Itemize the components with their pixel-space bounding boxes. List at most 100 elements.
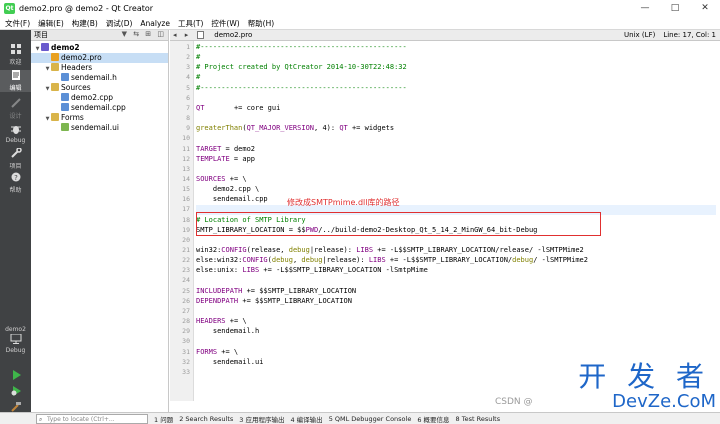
code-line: sendemail.h xyxy=(196,327,259,335)
tree-item[interactable]: sendemail.ui xyxy=(31,123,168,133)
minimize-button[interactable]: — xyxy=(630,0,660,17)
menu-build[interactable]: 构建(B) xyxy=(69,18,101,29)
kit-name: demo2 xyxy=(5,326,26,333)
maximize-button[interactable]: □ xyxy=(660,0,690,17)
output-tab-qml-console[interactable]: 5 QML Debugger Console xyxy=(329,415,412,423)
tree-item[interactable]: ▼ Forms xyxy=(31,113,168,123)
code-token: LIBS xyxy=(368,256,386,265)
code-line: #---------------------------------------… xyxy=(196,84,407,92)
line-number: 24 xyxy=(182,276,190,285)
mode-debug[interactable]: Debug xyxy=(0,124,31,146)
output-tab-general[interactable]: 6 概要信息 xyxy=(417,414,449,424)
menu-tools[interactable]: 工具(T) xyxy=(175,18,206,29)
close-button[interactable]: ✕ xyxy=(690,0,720,17)
edit-icon xyxy=(11,70,20,80)
code-token: debug xyxy=(288,246,310,254)
code-token: greaterThan xyxy=(196,124,243,133)
code-token: += \ xyxy=(225,317,247,326)
source-file-icon xyxy=(61,93,69,101)
mode-design[interactable]: 设计 xyxy=(0,98,31,120)
project-pane-title[interactable]: 项目 xyxy=(34,30,48,40)
line-number: 1 xyxy=(186,43,190,51)
run-button[interactable] xyxy=(0,370,31,382)
help-icon: ? xyxy=(11,172,20,182)
code-token: demo2.cpp \ xyxy=(196,185,260,194)
mode-help[interactable]: ? 帮助 xyxy=(0,172,31,194)
code-token: debug xyxy=(271,256,293,265)
kit-selector[interactable]: demo2 Debug xyxy=(0,326,31,360)
menu-debug[interactable]: 调试(D) xyxy=(103,18,136,29)
source-file-icon xyxy=(61,103,69,111)
line-number: 33 xyxy=(182,367,190,376)
code-line: HEADERS += \ xyxy=(196,317,247,325)
tree-item-label: demo2.pro xyxy=(61,53,102,62)
debug-run-button[interactable] xyxy=(0,386,31,398)
code-token: FORMS xyxy=(196,347,218,356)
mode-label: 帮助 xyxy=(9,187,22,194)
code-line: win32:CONFIG(release, debug|release): LI… xyxy=(196,246,584,254)
watermark-csdn: CSDN @ xyxy=(495,397,533,407)
code-token: HEADERS xyxy=(196,317,226,326)
cursor-position[interactable]: Line: 17, Col: 1 xyxy=(663,30,716,41)
tree-item[interactable]: ▼ demo2 xyxy=(31,43,168,53)
line-number: 19 xyxy=(182,225,190,234)
code-token: QT_MAJOR_VERSION xyxy=(246,124,315,133)
tree-item[interactable]: demo2.cpp xyxy=(31,93,168,103)
tree-item[interactable]: sendemail.cpp xyxy=(31,103,168,113)
tree-item[interactable]: ▼ Sources xyxy=(31,83,168,93)
encoding-selector[interactable]: Unix (LF) xyxy=(624,30,655,41)
locator-input[interactable]: ⌕ Type to locate (Ctrl+... xyxy=(36,413,148,424)
locator-placeholder: Type to locate (Ctrl+... xyxy=(47,415,115,423)
output-tab-app-output[interactable]: 3 应用程序输出 xyxy=(239,414,284,424)
line-number: 22 xyxy=(182,256,190,265)
tree-item-label: Sources xyxy=(61,83,91,92)
mode-label: 设计 xyxy=(9,113,22,120)
output-tab-test-results[interactable]: 8 Test Results xyxy=(456,415,501,423)
line-number: 5 xyxy=(186,83,190,92)
wrench-icon xyxy=(10,147,22,158)
line-number: 2 xyxy=(186,53,190,62)
tree-item[interactable]: demo2.pro xyxy=(31,53,168,63)
code-token: += \ xyxy=(225,174,247,183)
line-number: 29 xyxy=(182,327,190,336)
editor-toolbar: ◂ ▸ demo2.pro Unix (LF) Line: 17, Col: 1 xyxy=(170,30,720,41)
hammer-icon xyxy=(10,402,21,412)
line-number: 20 xyxy=(182,235,190,244)
menu-edit[interactable]: 编辑(E) xyxy=(35,18,67,29)
mode-edit[interactable]: 编辑 xyxy=(0,70,31,92)
bug-icon xyxy=(10,126,21,134)
output-tab-issues[interactable]: 1 问题 xyxy=(154,414,173,424)
output-tab-compile[interactable]: 4 编译输出 xyxy=(290,414,322,424)
code-line: TEMPLATE = app xyxy=(196,155,255,163)
code-token: |release): xyxy=(322,256,369,265)
output-tab-search[interactable]: 2 Search Results xyxy=(179,415,233,423)
menu-help[interactable]: 帮助(H) xyxy=(245,18,278,29)
menu-analyze[interactable]: Analyze xyxy=(137,19,173,28)
tree-item-label: Forms xyxy=(61,113,84,122)
editor-tab-demo2-pro[interactable]: demo2.pro xyxy=(212,31,252,39)
tree-item[interactable]: sendemail.h xyxy=(31,73,168,83)
line-number: 10 xyxy=(182,134,190,143)
line-number: 9 xyxy=(186,124,190,133)
code-line: DEPENDPATH += $$SMTP_LIBRARY_LOCATION xyxy=(196,297,352,305)
line-number: 3 xyxy=(186,63,190,72)
line-number: 15 xyxy=(182,185,190,194)
pane-tools[interactable]: ▼ ⇆ ⊞ ◫ xyxy=(122,30,166,38)
mode-projects[interactable]: 项目 xyxy=(0,147,31,170)
code-line: demo2.cpp \ xyxy=(196,185,259,193)
annotation-text: 修改成SMTPmime.dll库的路径 xyxy=(287,198,400,207)
build-button[interactable] xyxy=(0,402,31,412)
code-token: # xyxy=(196,53,201,62)
tree-item[interactable]: ▼ Headers xyxy=(31,63,168,73)
menu-file[interactable]: 文件(F) xyxy=(2,18,33,29)
menu-widgets[interactable]: 控件(W) xyxy=(208,18,242,29)
nav-arrows[interactable]: ◂ ▸ xyxy=(173,31,191,39)
mode-welcome[interactable]: 欢迎 xyxy=(0,44,31,66)
line-number: 17 xyxy=(182,205,190,214)
code-line: else:win32:CONFIG(debug, debug|release):… xyxy=(196,256,588,264)
mode-label: 欢迎 xyxy=(9,59,22,66)
line-number: 18 xyxy=(182,215,190,224)
code-token: else:win32: xyxy=(196,256,243,265)
code-token: sendemail.cpp xyxy=(196,195,268,204)
window-controls: — □ ✕ xyxy=(630,0,720,17)
